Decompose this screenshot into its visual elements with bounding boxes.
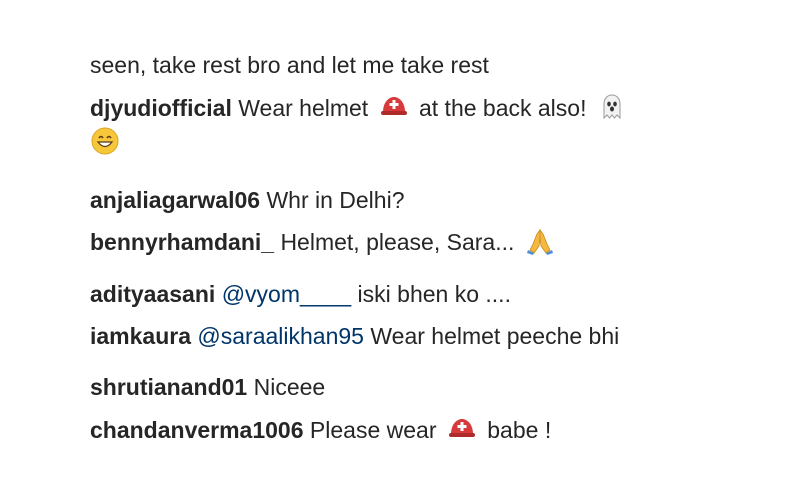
- comment-text: Whr in Delhi?: [266, 187, 405, 213]
- comment-continuation: seen, take rest bro and let me take rest: [90, 48, 489, 82]
- comment-username[interactable]: chandanverma1006: [90, 417, 304, 443]
- comment: anjaliagarwal06 Whr in Delhi?: [90, 183, 404, 217]
- comment: djyudiofficial Wear helmet at the back a…: [90, 91, 631, 125]
- comments-list: seen, take rest bro and let me take rest…: [90, 0, 750, 470]
- comment-username[interactable]: anjaliagarwal06: [90, 187, 260, 213]
- comment: chandanverma1006 Please wear babe !: [90, 413, 551, 447]
- comment-text: Please wear: [309, 417, 437, 443]
- folded-hands-icon: [525, 226, 555, 256]
- comment-username[interactable]: adityaasani: [90, 281, 215, 307]
- comment-emoji-line: [90, 125, 124, 159]
- comment-text: Helmet, please, Sara...: [280, 229, 515, 255]
- comment: adityaasani @vyom____ iski bhen ko ....: [90, 277, 511, 311]
- helmet-icon: [379, 92, 409, 122]
- grinning-face-icon: [90, 126, 120, 156]
- comment-text: Wear helmet peeche bhi: [370, 323, 620, 349]
- comment-text: iski bhen ko ....: [357, 281, 511, 307]
- comment-username[interactable]: djyudiofficial: [90, 95, 232, 121]
- comment-text: Niceee: [253, 374, 326, 400]
- comment: shrutianand01 Niceee: [90, 370, 325, 404]
- comment-mention[interactable]: @saraalikhan95: [197, 323, 364, 349]
- comment: bennyrhamdani_ Helmet, please, Sara...: [90, 225, 559, 259]
- comment-username[interactable]: bennyrhamdani_: [90, 229, 274, 255]
- comment-text: seen, take rest bro and let me take rest: [90, 52, 489, 78]
- ghost-icon: [597, 92, 627, 122]
- comment-text: Wear helmet: [238, 95, 369, 121]
- comment: iamkaura @saraalikhan95 Wear helmet peec…: [90, 319, 619, 353]
- comment-username[interactable]: shrutianand01: [90, 374, 247, 400]
- comment-username[interactable]: iamkaura: [90, 323, 191, 349]
- comment-mention[interactable]: @vyom____: [222, 281, 351, 307]
- comment-text-after: babe !: [487, 417, 552, 443]
- helmet-icon: [447, 414, 477, 444]
- comment-text-after: at the back also!: [418, 95, 587, 121]
